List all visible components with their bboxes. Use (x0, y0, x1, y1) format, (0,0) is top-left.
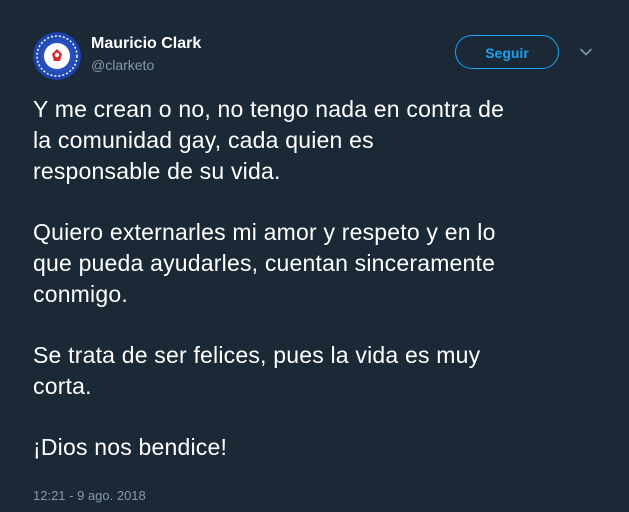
follow-button[interactable]: Seguir (455, 35, 559, 69)
tweet-text: Y me crean o no, no tengo nada en contra… (33, 94, 608, 493)
tweet-line: ¡Dios nos bendice! (33, 434, 228, 460)
tweet-line: Quiero externarles mi amor y respeto y e… (33, 219, 496, 245)
tweet-paragraph: ¡Dios nos bendice! (33, 432, 608, 463)
tweet-line: responsable de su vida. (33, 158, 281, 184)
tweet-line: corta. (33, 373, 92, 399)
author-handle[interactable]: @clarketo (91, 57, 154, 73)
tweet-line: la comunidad gay, cada quien es (33, 127, 374, 153)
tweet-paragraph: Quiero externarles mi amor y respeto y e… (33, 217, 608, 310)
author-name[interactable]: Mauricio Clark (91, 35, 201, 53)
tweet-paragraph: Y me crean o no, no tengo nada en contra… (33, 94, 608, 187)
tweet-timestamp[interactable]: 12:21 - 9 ago. 2018 (33, 488, 146, 503)
chevron-down-icon[interactable] (578, 44, 594, 60)
tweet-card: Mauricio Clark @clarketo Seguir Y me cre… (0, 0, 629, 512)
tweet-line: Se trata de ser felices, pues la vida es… (33, 342, 481, 368)
tweet-line: Y me crean o no, no tengo nada en contra… (33, 96, 505, 122)
tweet-line: que pueda ayudarles, cuentan sincerament… (33, 250, 496, 276)
tweet-line: conmigo. (33, 281, 128, 307)
profile-avatar-icon (33, 32, 81, 80)
tweet-paragraph: Se trata de ser felices, pues la vida es… (33, 340, 608, 402)
avatar[interactable] (33, 32, 81, 80)
